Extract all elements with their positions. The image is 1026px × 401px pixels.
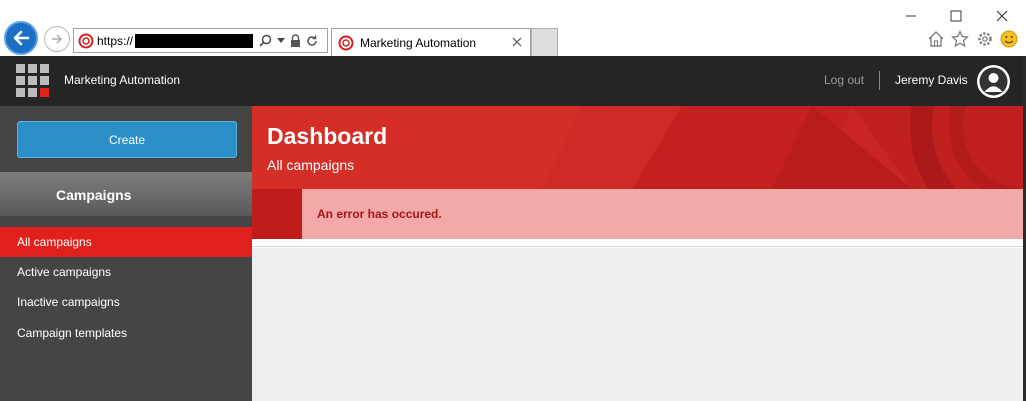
back-icon xyxy=(13,30,30,46)
browser-tab[interactable]: Marketing Automation xyxy=(331,28,531,56)
smiley-feedback-icon[interactable] xyxy=(1000,30,1018,48)
sidebar-item-all-campaigns[interactable]: All campaigns xyxy=(0,227,252,257)
page-subtitle: All campaigns xyxy=(267,157,355,173)
site-icon xyxy=(78,33,94,48)
back-button[interactable] xyxy=(4,21,38,55)
error-message: An error has occured. xyxy=(317,207,442,221)
refresh-icon[interactable] xyxy=(306,35,318,47)
section-title: Campaigns xyxy=(56,187,132,203)
create-button[interactable]: Create xyxy=(17,121,237,158)
browser-chrome: https:// Marketing Automation xyxy=(0,0,1026,56)
app-logo-grid-icon[interactable] xyxy=(16,64,49,97)
campaigns-section-header: Campaigns xyxy=(0,172,252,216)
search-icon[interactable] xyxy=(259,34,272,47)
page-title: Dashboard xyxy=(267,123,388,149)
forward-icon xyxy=(52,34,63,44)
error-banner: An error has occured. xyxy=(252,189,1026,239)
dropdown-icon[interactable] xyxy=(277,37,286,44)
logout-link[interactable]: Log out xyxy=(824,73,864,87)
user-avatar-icon[interactable] xyxy=(977,65,1010,98)
user-name[interactable]: Jeremy Davis xyxy=(895,73,968,87)
tab-title: Marketing Automation xyxy=(360,35,477,50)
sidebar-item-inactive-campaigns[interactable]: Inactive campaigns xyxy=(0,287,252,317)
forward-button[interactable] xyxy=(44,26,70,52)
new-tab-button[interactable] xyxy=(531,28,558,56)
close-tab-icon[interactable] xyxy=(511,36,523,48)
content-divider xyxy=(252,239,1026,247)
sidebar-item-active-campaigns[interactable]: Active campaigns xyxy=(0,257,252,287)
error-message-box: An error has occured. xyxy=(302,189,1026,239)
minimize-icon[interactable] xyxy=(903,8,919,24)
app-header: Marketing Automation Log out Jeremy Davi… xyxy=(0,56,1026,106)
main-content xyxy=(252,248,1026,401)
settings-gear-icon[interactable] xyxy=(976,30,994,48)
sidebar: Create Campaigns All campaigns Active ca… xyxy=(0,106,252,401)
url-text: https:// xyxy=(97,33,134,48)
site-icon xyxy=(338,35,354,50)
maximize-icon[interactable] xyxy=(948,8,964,24)
lock-icon[interactable] xyxy=(290,34,301,47)
app-title: Marketing Automation xyxy=(64,73,181,87)
close-window-icon[interactable] xyxy=(994,8,1010,24)
address-bar[interactable]: https:// xyxy=(73,28,328,53)
home-icon[interactable] xyxy=(927,30,945,48)
favorites-star-icon[interactable] xyxy=(951,30,969,48)
url-redacted xyxy=(135,33,254,48)
header-divider xyxy=(879,71,880,90)
page-hero: Dashboard All campaigns xyxy=(252,106,1026,189)
sidebar-item-campaign-templates[interactable]: Campaign templates xyxy=(0,318,252,348)
